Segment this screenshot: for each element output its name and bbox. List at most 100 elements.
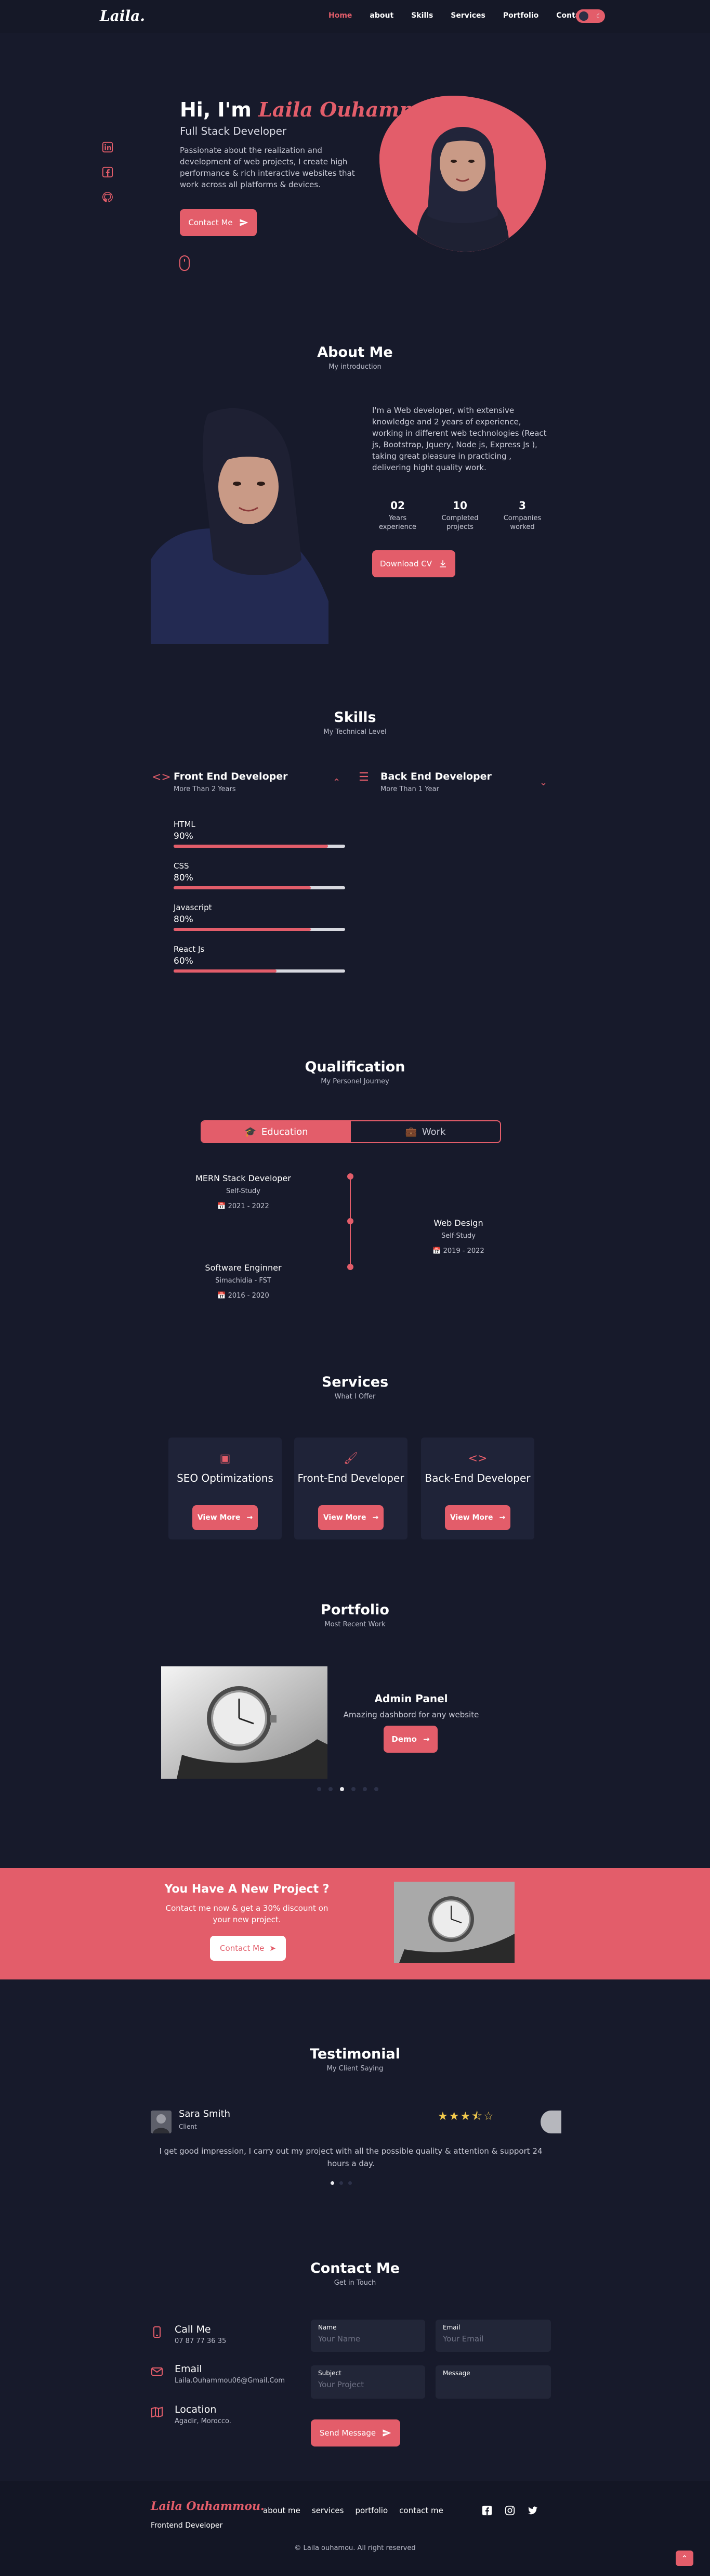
skill-name: HTML bbox=[174, 820, 195, 829]
client-name: Sara Smith bbox=[179, 2108, 231, 2119]
qualification-item: Web Design Self-Study 📅 2019 - 2022 bbox=[401, 1218, 516, 1255]
promo-image bbox=[394, 1882, 515, 1963]
scroll-mouse-icon[interactable] bbox=[178, 255, 191, 271]
stat-companies: 3 Companies worked bbox=[494, 499, 551, 532]
about-title: About Me bbox=[317, 344, 393, 360]
nav-link-home[interactable]: Home bbox=[328, 11, 352, 20]
email-field: Email bbox=[436, 2320, 551, 2352]
hero-portrait bbox=[379, 96, 546, 252]
facebook-icon[interactable] bbox=[102, 166, 113, 178]
instagram-icon[interactable] bbox=[504, 2505, 516, 2516]
pagination-dot[interactable] bbox=[351, 1787, 356, 1791]
stat-years: 02 Years experience bbox=[369, 499, 426, 532]
nav-links: Home about Skills Services Portfolio Con… bbox=[328, 11, 603, 20]
view-more-button[interactable]: View More → bbox=[192, 1505, 258, 1530]
footer-link-contact[interactable]: contact me bbox=[399, 2506, 443, 2515]
email-input[interactable] bbox=[443, 2334, 544, 2344]
hero-role: Full Stack Developer bbox=[180, 125, 287, 137]
pagination-dot-active[interactable] bbox=[331, 2181, 334, 2185]
pagination-dot[interactable] bbox=[374, 1787, 378, 1791]
theme-toggle[interactable]: ☾ bbox=[576, 9, 605, 23]
skill-percent: 80% bbox=[174, 914, 193, 925]
pagination-dot-active[interactable] bbox=[340, 1787, 344, 1791]
contact-subtitle: Get in Touch bbox=[334, 2279, 376, 2287]
send-icon bbox=[383, 2429, 391, 2437]
github-icon[interactable] bbox=[102, 191, 113, 203]
contact-info-title: Location bbox=[175, 2404, 217, 2415]
facebook-icon[interactable] bbox=[481, 2505, 493, 2516]
footer-link-services[interactable]: services bbox=[312, 2506, 344, 2515]
moon-icon: ☾ bbox=[596, 12, 602, 20]
send-icon bbox=[240, 219, 248, 226]
qualification-item-date: 📅 2019 - 2022 bbox=[432, 1247, 484, 1255]
tab-education[interactable]: 🎓 Education bbox=[202, 1121, 351, 1142]
service-card-backend: <> Back-End Developer View More → bbox=[421, 1438, 534, 1539]
demo-button[interactable]: Demo → bbox=[384, 1726, 438, 1753]
pagination-dot[interactable] bbox=[348, 2181, 352, 2185]
footer-name: Laila Ouhammou. bbox=[151, 2500, 265, 2513]
skill-bar bbox=[174, 845, 345, 848]
front-end-skills-header[interactable]: <> Front End Developer More Than 2 Years bbox=[152, 771, 287, 793]
promo-contact-button[interactable]: Contact Me ➤ bbox=[210, 1936, 286, 1961]
skill-bar-fill bbox=[174, 886, 311, 889]
skill-name: Javascript bbox=[174, 903, 212, 912]
contact-me-label: Contact Me bbox=[188, 218, 233, 227]
chevron-up-icon[interactable]: ⌃ bbox=[333, 777, 340, 788]
qualification-item-date: 📅 2021 - 2022 bbox=[217, 1202, 269, 1210]
contact-info-title: Email bbox=[175, 2363, 202, 2375]
footer-social bbox=[481, 2505, 538, 2516]
service-card-seo: ▣ SEO Optimizations View More → bbox=[168, 1438, 282, 1539]
pagination-dot[interactable] bbox=[339, 2181, 343, 2185]
portfolio-subtitle: Most Recent Work bbox=[324, 1621, 386, 1628]
phone-icon bbox=[153, 2326, 161, 2338]
nav-link-services[interactable]: Services bbox=[451, 11, 485, 20]
hero-greeting: Hi, I'm bbox=[180, 98, 252, 121]
contact-info-value: 07 87 77 36 35 bbox=[175, 2337, 227, 2345]
footer-link-about[interactable]: about me bbox=[263, 2506, 300, 2515]
twitter-icon[interactable] bbox=[527, 2505, 538, 2516]
name-input[interactable] bbox=[318, 2334, 418, 2344]
tab-work[interactable]: 💼 Work bbox=[351, 1121, 500, 1142]
qualification-item: MERN Stack Developer Self-Study 📅 2021 -… bbox=[186, 1173, 300, 1210]
skill-group-title: Back End Developer bbox=[380, 771, 492, 782]
client-avatar bbox=[151, 2111, 172, 2133]
tab-label: Work bbox=[422, 1126, 446, 1137]
new-project-banner bbox=[0, 1868, 710, 1979]
next-testimonial-avatar[interactable] bbox=[541, 2111, 561, 2133]
stat-label: Companies worked bbox=[503, 514, 542, 531]
logo[interactable]: Laila. bbox=[100, 7, 145, 24]
nav-link-portfolio[interactable]: Portfolio bbox=[503, 11, 538, 20]
contact-info-value: Agadir, Morocco. bbox=[175, 2417, 231, 2425]
view-more-button[interactable]: View More → bbox=[318, 1505, 384, 1530]
chevron-down-icon[interactable]: ⌄ bbox=[540, 777, 547, 788]
arrow-right-icon: → bbox=[246, 1513, 253, 1522]
pagination-dot[interactable] bbox=[328, 1787, 333, 1791]
linkedin-icon[interactable] bbox=[102, 141, 113, 153]
contact-location: Location Agadir, Morocco. bbox=[151, 2404, 231, 2425]
scroll-top-button[interactable]: ⌃ bbox=[676, 2551, 693, 2566]
message-input[interactable] bbox=[443, 2380, 544, 2389]
contact-me-button[interactable]: Contact Me bbox=[180, 209, 257, 236]
footer-link-portfolio[interactable]: portfolio bbox=[355, 2506, 388, 2515]
send-message-button[interactable]: Send Message bbox=[311, 2419, 400, 2446]
map-icon bbox=[151, 2406, 163, 2418]
contact-phone: Call Me 07 87 77 36 35 bbox=[151, 2324, 226, 2345]
timeline-dot bbox=[347, 1218, 353, 1224]
skill-group-subtitle: More Than 1 Year bbox=[380, 785, 439, 793]
stat-projects: 10 Completed projects bbox=[431, 499, 489, 532]
testimonial-text: I get good impression, I carry out my pr… bbox=[159, 2146, 543, 2168]
back-end-skills-header[interactable]: ☰ Back End Developer More Than 1 Year bbox=[359, 771, 492, 793]
download-cv-button[interactable]: Download CV bbox=[372, 550, 455, 577]
about-stats: 02 Years experience 10 Completed project… bbox=[369, 499, 551, 532]
portfolio-title: Portfolio bbox=[321, 1602, 389, 1618]
nav-link-about[interactable]: about bbox=[370, 11, 393, 20]
contact-info-value[interactable]: Laila.Ouhammou06@Gmail.Com bbox=[175, 2377, 285, 2385]
qualification-title: Qualification bbox=[305, 1059, 405, 1075]
view-more-button[interactable]: View More → bbox=[445, 1505, 510, 1530]
skills-subtitle: My Technical Level bbox=[323, 728, 387, 736]
subject-input[interactable] bbox=[318, 2380, 418, 2389]
pagination-dot[interactable] bbox=[317, 1787, 321, 1791]
nav-link-skills[interactable]: Skills bbox=[411, 11, 433, 20]
server-icon: ☰ bbox=[359, 771, 369, 784]
pagination-dot[interactable] bbox=[363, 1787, 367, 1791]
